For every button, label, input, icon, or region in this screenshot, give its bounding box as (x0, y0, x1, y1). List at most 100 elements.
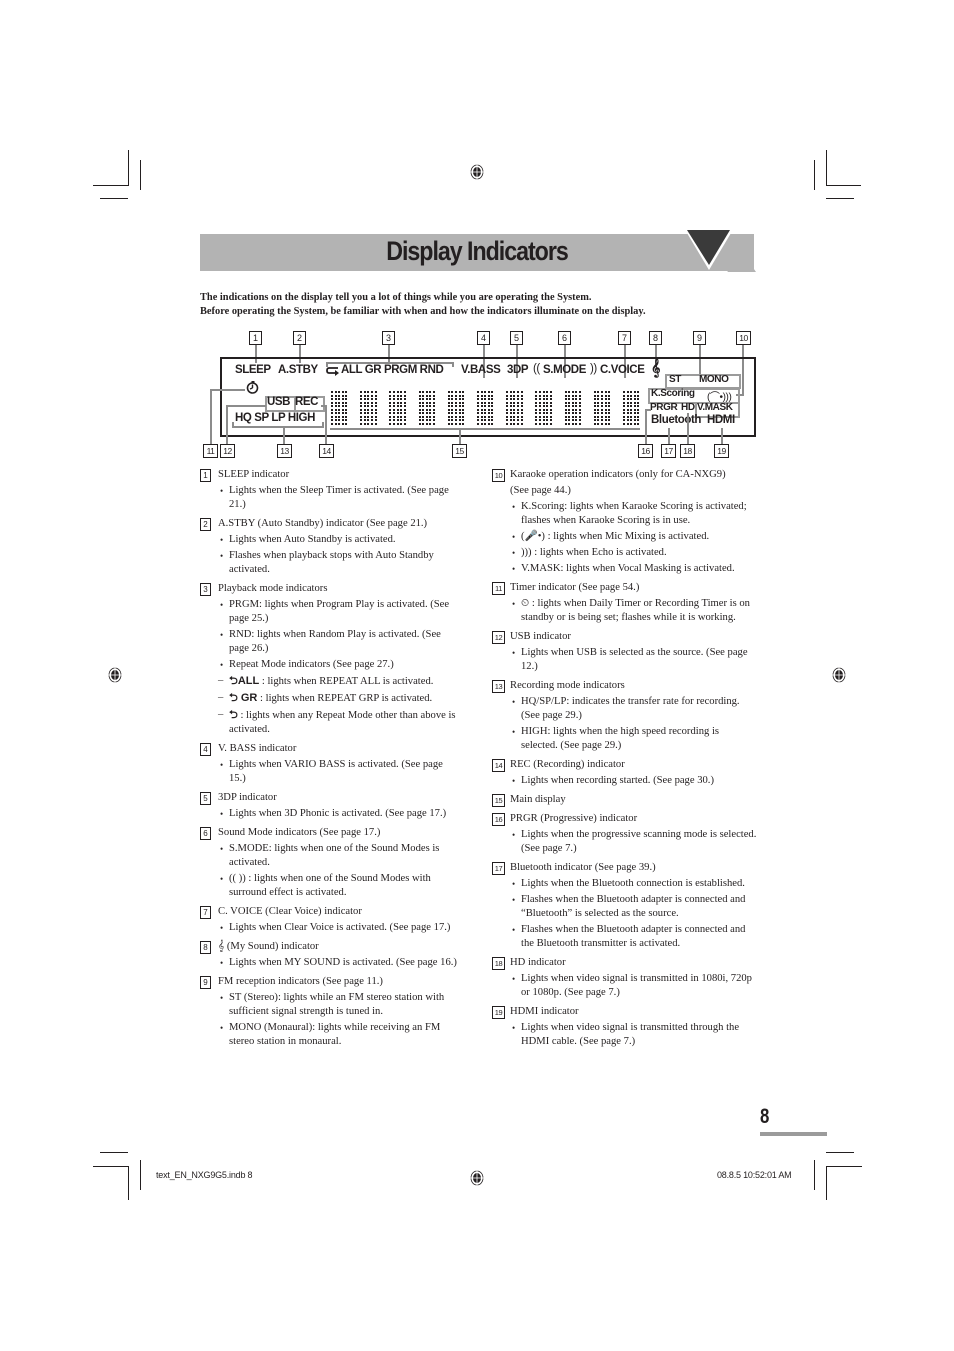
indicator-number: 9 (200, 976, 211, 989)
usb-label: USB (267, 396, 291, 408)
astby-label: A.STBY (278, 364, 318, 376)
page-number: 8 (760, 1105, 770, 1128)
indicator-item: 11 Timer indicator (See page 54.) ⏲ : ligh… (492, 581, 757, 625)
crop-mark (826, 198, 854, 199)
indicator-bullet: Repeat Mode indicators (See page 27.) (220, 658, 460, 672)
crop-mark (826, 185, 861, 186)
repeat-mode-entry: ⮌ GR : lights when REPEAT GRP is activat… (218, 691, 460, 706)
indicator-title: REC (Recording) indicator (510, 759, 625, 770)
vbass-label: V.BASS (461, 364, 501, 376)
indicator-title: USB indicator (510, 631, 571, 642)
registration-mark-icon (470, 164, 484, 180)
leader-line (226, 405, 266, 407)
indicator-bullet: Lights when MY SOUND is activated. (See … (220, 956, 460, 970)
registration-mark-icon (832, 667, 846, 683)
indicator-title: Recording mode indicators (510, 680, 625, 691)
crop-mark (140, 1160, 141, 1190)
leader-line (283, 428, 285, 445)
indicator-item: 15 Main display (492, 793, 757, 807)
callout-13: 13 (277, 444, 292, 458)
crop-mark (826, 150, 827, 186)
repeat-icon: ⮌ (229, 709, 238, 721)
hdmi-label: HDMI (707, 414, 735, 426)
vmask-label: V.MASK (697, 402, 733, 413)
indicator-title: Main display (510, 794, 566, 805)
indicator-heading: 17 Bluetooth indicator (See page 39.) (492, 861, 757, 875)
3dp-label: 3DP (507, 364, 529, 376)
indicator-bullet: S.MODE: lights when one of the Sound Mod… (220, 842, 460, 870)
indicator-item: 16 PRGR (Progressive) indicator Lights whe… (492, 812, 757, 856)
indicator-number: 3 (200, 583, 211, 596)
crop-mark (93, 1166, 129, 1167)
matrix-character (564, 391, 584, 426)
repeat-mode-text: : lights when any Repeat Mode other than… (229, 710, 456, 735)
indicator-bullet: Lights when the Bluetooth connection is … (512, 877, 757, 891)
indicator-item: 2 A.STBY (Auto Standby) indicator (See pa… (200, 517, 460, 577)
indicator-heading: 7 C. VOICE (Clear Voice) indicator (200, 905, 460, 919)
indicator-item: 7 C. VOICE (Clear Voice) indicator Lights … (200, 905, 460, 935)
callout-5: 5 (510, 331, 523, 345)
callout-16: 16 (638, 444, 653, 458)
indicator-heading: 2 A.STBY (Auto Standby) indicator (See pa… (200, 517, 460, 531)
rec-label: REC (295, 396, 319, 408)
mono-label: MONO (699, 374, 729, 385)
indicator-bullet: Lights when video signal is transmitted … (512, 972, 757, 1000)
page-number-bar (760, 1132, 827, 1136)
repeat-mode-label: ALL (237, 675, 260, 687)
repeat-icon (326, 367, 339, 376)
indicator-heading: 15 Main display (492, 793, 757, 807)
timer-icon (246, 381, 259, 394)
indicator-title: C. VOICE (Clear Voice) indicator (218, 906, 362, 917)
crop-mark (93, 185, 129, 186)
slug-timestamp: 08.8.5 10:52:01 AM (717, 1170, 792, 1180)
callout-12: 12 (220, 444, 235, 458)
indicator-list-right: 10 Karaoke operation indicators (only for… (492, 468, 757, 1054)
surround-right-icon: )) (590, 363, 597, 375)
indicator-heading: 4 V. BASS indicator (200, 742, 460, 756)
indicator-bullet: RND: lights when Random Play is activate… (220, 628, 460, 656)
indicator-bullet: Lights when Clear Voice is activated. (S… (220, 921, 460, 935)
callout-10: 10 (736, 331, 751, 345)
callout-11: 11 (203, 444, 218, 458)
bracket-line (452, 362, 454, 367)
callout-4: 4 (477, 331, 490, 345)
callout-15: 15 (452, 444, 467, 458)
indicator-heading: 18 HD indicator (492, 956, 757, 970)
st-label: ST (669, 374, 681, 385)
callout-19: 19 (714, 444, 729, 458)
crop-mark (826, 1166, 827, 1200)
indicator-heading: 13 Recording mode indicators (492, 679, 757, 693)
crop-mark (140, 160, 141, 190)
callout-18: 18 (680, 444, 695, 458)
indicator-bullet: Lights when video signal is transmitted … (512, 1021, 757, 1049)
indicator-number: 19 (492, 1006, 505, 1019)
indicator-bullet: Lights when Auto Standby is activated. (220, 533, 460, 547)
bracket-line (232, 422, 234, 427)
indicator-title: Bluetooth indicator (See page 39.) (510, 862, 656, 873)
indicator-bullet: ⏲ : lights when Daily Timer or Recording… (512, 597, 757, 625)
indicator-number: 10 (492, 469, 505, 482)
kscoring-label: K.Scoring (651, 388, 695, 399)
indicator-item: 17 Bluetooth indicator (See page 39.) Ligh… (492, 861, 757, 951)
bluetooth-label: Bluetooth (651, 414, 702, 426)
sleep-label: SLEEP (235, 364, 271, 376)
indicator-item: 6 Sound Mode indicators (See page 17.) S.M… (200, 826, 460, 900)
leader-line (459, 429, 461, 445)
indicator-title: HD indicator (510, 957, 566, 968)
indicator-number: 15 (492, 794, 505, 807)
crop-mark (826, 1166, 862, 1167)
callout-17: 17 (661, 444, 676, 458)
matrix-character (447, 391, 467, 426)
hd-label: HD (681, 402, 695, 413)
cvoice-label: C.VOICE (600, 364, 645, 376)
indicator-bullet: HIGH: lights when the high speed recordi… (512, 725, 757, 753)
indicator-title: PRGR (Progressive) indicator (510, 813, 638, 824)
crop-mark (814, 1160, 815, 1190)
indicator-number: 1 (200, 469, 211, 482)
indicator-heading: 8 𝄞 (My Sound) indicator (200, 940, 460, 954)
leader-line (721, 428, 723, 445)
crop-mark (826, 1152, 854, 1153)
indicator-bullet: Lights when the progressive scanning mod… (512, 828, 757, 856)
indicator-bullet: K.Scoring: lights when Karaoke Scoring i… (512, 500, 757, 528)
repeat-icon: ⮌ (229, 675, 238, 687)
